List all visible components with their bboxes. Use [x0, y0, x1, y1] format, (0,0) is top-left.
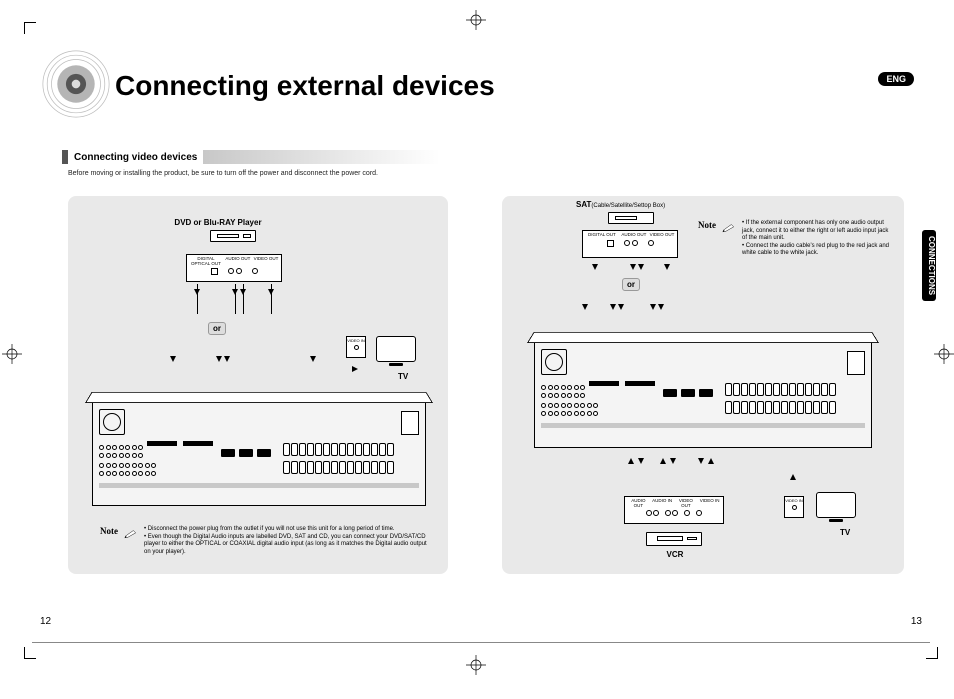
- note-text: • If the external component has only one…: [742, 220, 894, 258]
- note-label: Note: [100, 526, 118, 556]
- footer-rule: [32, 642, 930, 643]
- pencil-icon: [722, 220, 736, 238]
- sat-box-icon: [608, 212, 654, 224]
- note-block: Note • If the external component has onl…: [698, 220, 894, 258]
- dvd-player-icon: [210, 230, 256, 242]
- tv-video-in-port: VIDEO IN: [346, 336, 366, 358]
- tv-label: TV: [398, 372, 408, 381]
- registration-mark-icon: [2, 344, 22, 364]
- or-badge: or: [208, 322, 226, 335]
- section-subnote: Before moving or installing the product,…: [68, 170, 378, 177]
- note-label: Note: [698, 220, 716, 230]
- sat-ports: DIGITAL OUT AUDIO OUT VIDEO OUT: [582, 230, 678, 258]
- pencil-icon: [124, 526, 138, 556]
- crop-mark: [926, 647, 938, 659]
- tv-icon: [816, 492, 856, 524]
- registration-mark-icon: [466, 10, 486, 30]
- note-block: Note • Disconnect the power plug from th…: [100, 526, 432, 556]
- section-side-tab: CONNECTIONS: [922, 230, 936, 301]
- page-title: Connecting external devices: [115, 70, 495, 102]
- page-number-right: 13: [911, 616, 922, 627]
- or-badge: or: [622, 278, 640, 291]
- diagram-dvd-panel: DVD or Blu-RAY Player DIGITAL OPTICAL OU…: [68, 196, 448, 574]
- crop-mark: [24, 22, 36, 34]
- note-text: • Disconnect the power plug from the out…: [144, 526, 432, 556]
- registration-mark-icon: [934, 344, 954, 364]
- tv-video-in-port: VIDEO IN: [784, 496, 804, 518]
- vcr-icon: [646, 532, 702, 546]
- receiver-rear-panel: [534, 342, 872, 448]
- dvd-ports: DIGITAL OPTICAL OUT AUDIO OUT VIDEO OUT: [186, 254, 282, 282]
- speaker-icon: [40, 48, 112, 120]
- registration-mark-icon: [466, 655, 486, 675]
- vcr-ports: AUDIO OUT AUDIO IN VIDEO OUT VIDEO IN: [624, 496, 724, 524]
- language-badge: ENG: [878, 72, 914, 86]
- section-heading: Connecting video devices: [68, 152, 203, 163]
- dvd-player-label: DVD or Blu-RAY Player: [68, 218, 368, 227]
- sat-label: SAT(Cable/Satellite/Settop Box): [576, 200, 665, 209]
- page-number-left: 12: [40, 616, 51, 627]
- diagram-sat-vcr-panel: SAT(Cable/Satellite/Settop Box) DIGITAL …: [502, 196, 904, 574]
- crop-mark: [24, 647, 36, 659]
- tv-label: TV: [840, 528, 850, 537]
- section-heading-bar: Connecting video devices: [62, 150, 440, 164]
- receiver-rear-panel: [92, 402, 426, 506]
- tv-icon: [376, 336, 416, 368]
- vcr-label: VCR: [658, 550, 692, 559]
